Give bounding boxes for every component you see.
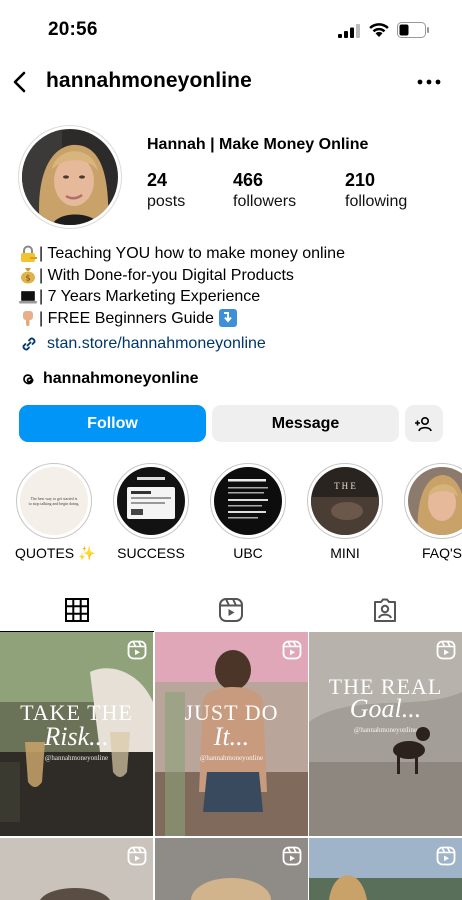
- bio-line: | 7 Years Marketing Experience: [19, 286, 345, 308]
- grid-post[interactable]: TAKE THE Risk... @hannahmoneyonline: [0, 632, 153, 836]
- bio-line: $ | With Done-for-you Digital Products: [19, 265, 345, 287]
- highlight-thumb: [214, 467, 282, 535]
- tab-posts[interactable]: [0, 588, 154, 632]
- status-time: 20:56: [48, 19, 98, 40]
- bio-text: | 7 Years Marketing Experience: [39, 288, 261, 305]
- post-subtitle: Goal...: [349, 694, 422, 723]
- highlight-ring: [113, 463, 189, 539]
- suggested-accounts-button[interactable]: [405, 405, 443, 442]
- grid-icon: [65, 597, 89, 622]
- bio-line: | Teaching YOU how to make money online: [19, 243, 345, 265]
- reel-indicator-icon: [436, 640, 456, 660]
- add-person-icon: [415, 416, 432, 431]
- bio-text: | Teaching YOU how to make money online: [39, 245, 345, 262]
- signal-icon: [338, 24, 360, 38]
- pointing-down-icon: [23, 311, 33, 327]
- highlight-ring: [210, 463, 286, 539]
- post-handle: @hannahmoneyonline: [199, 754, 264, 762]
- stat-label: followers: [233, 193, 297, 210]
- battery-icon: [397, 22, 429, 38]
- highlight-ring: T H E: [307, 463, 383, 539]
- highlight-label: SUCCESS: [117, 545, 185, 561]
- threads-badge[interactable]: hannahmoneyonline: [19, 370, 199, 388]
- reel-indicator-icon: [436, 846, 456, 866]
- tab-tagged[interactable]: [308, 588, 462, 632]
- display-name: Hannah | Make Money Online: [147, 136, 369, 153]
- reel-indicator-icon: [127, 846, 147, 866]
- follow-button[interactable]: Follow: [19, 405, 206, 442]
- status-bar: 20:56: [0, 0, 462, 60]
- stat-following[interactable]: 210 following: [345, 170, 407, 211]
- grid-post[interactable]: [309, 838, 462, 900]
- stat-followers[interactable]: 466 followers: [233, 170, 296, 211]
- post-handle: @hannahmoneyonline: [44, 754, 109, 762]
- wifi-icon: [369, 23, 389, 37]
- bio-line: | FREE Beginners Guide: [19, 308, 345, 330]
- threads-icon: [23, 374, 34, 385]
- tagged-icon: [374, 598, 396, 622]
- svg-text:$: $: [25, 274, 30, 283]
- link-icon: [22, 337, 36, 351]
- stat-value: 210: [345, 170, 376, 190]
- lock-key-icon: [21, 245, 37, 262]
- grid-post[interactable]: JUST DO It... @hannahmoneyonline: [155, 632, 308, 836]
- money-bag-icon: $: [21, 268, 35, 284]
- grid-post[interactable]: THE REAL Goal... @hannahmoneyonline: [309, 632, 462, 836]
- chevron-left-icon[interactable]: [10, 68, 30, 96]
- svg-text:T H E: T H E: [334, 481, 356, 491]
- reel-indicator-icon: [127, 640, 147, 660]
- highlight-thumb: [117, 467, 185, 535]
- post-subtitle: It...: [213, 722, 250, 751]
- grid-post[interactable]: [155, 838, 308, 900]
- post-subtitle: Risk...: [44, 722, 109, 751]
- message-button[interactable]: Message: [212, 405, 399, 442]
- arrow-down-icon: [218, 309, 237, 328]
- post-handle: @hannahmoneyonline: [353, 726, 418, 734]
- highlight-label: FAQ'S: [421, 545, 462, 561]
- highlight-ubc[interactable]: UBC: [209, 463, 287, 561]
- stat-posts[interactable]: 24 posts: [147, 170, 185, 211]
- stat-value: 466: [233, 170, 264, 190]
- highlight-label: UBC: [233, 545, 263, 561]
- highlight-label: MINI: [330, 545, 360, 561]
- profile-link[interactable]: stan.store/hannahmoneyonline: [19, 334, 266, 354]
- bio: | Teaching YOU how to make money online …: [19, 243, 345, 329]
- highlight-mini[interactable]: T H E MINI: [306, 463, 384, 561]
- highlight-ring: [404, 463, 462, 539]
- grid-post[interactable]: [0, 838, 153, 900]
- reels-icon: [219, 598, 243, 622]
- highlight-quotes[interactable]: The best way to get started is to stop t…: [15, 463, 96, 562]
- post-image: [309, 632, 462, 836]
- avatar-image: [22, 129, 118, 225]
- laptop-icon: [19, 290, 37, 304]
- header-username: hannahmoneyonline: [46, 69, 252, 92]
- highlight-faqs[interactable]: FAQ'S: [403, 463, 462, 561]
- stat-label: following: [345, 193, 408, 210]
- link-text[interactable]: stan.store/hannahmoneyonline: [47, 335, 266, 353]
- highlight-ring: The best way to get started is to stop t…: [16, 463, 92, 539]
- reel-indicator-icon: [282, 846, 302, 866]
- highlight-thumb: T H E: [311, 467, 379, 535]
- profile-tabs: [0, 588, 462, 632]
- highlight-label: QUOTES ✨: [15, 545, 96, 561]
- threads-handle[interactable]: hannahmoneyonline: [43, 370, 199, 388]
- stat-label: posts: [147, 193, 186, 210]
- tab-reels[interactable]: [154, 588, 308, 632]
- bio-text: | With Done-for-you Digital Products: [39, 266, 294, 284]
- more-horizontal-icon[interactable]: [416, 72, 442, 92]
- bio-text: | FREE Beginners Guide: [39, 309, 214, 327]
- highlight-thumb: The best way to get started is to stop t…: [20, 467, 88, 535]
- stat-value: 24: [147, 170, 168, 190]
- avatar[interactable]: [18, 125, 122, 229]
- highlight-thumb: [408, 467, 462, 535]
- reel-indicator-icon: [282, 640, 302, 660]
- highlight-success[interactable]: SUCCESS: [112, 463, 190, 561]
- profile-header: hannahmoneyonline: [0, 62, 462, 102]
- svg-text:to stop talking and begin doin: to stop talking and begin doing.: [29, 501, 80, 506]
